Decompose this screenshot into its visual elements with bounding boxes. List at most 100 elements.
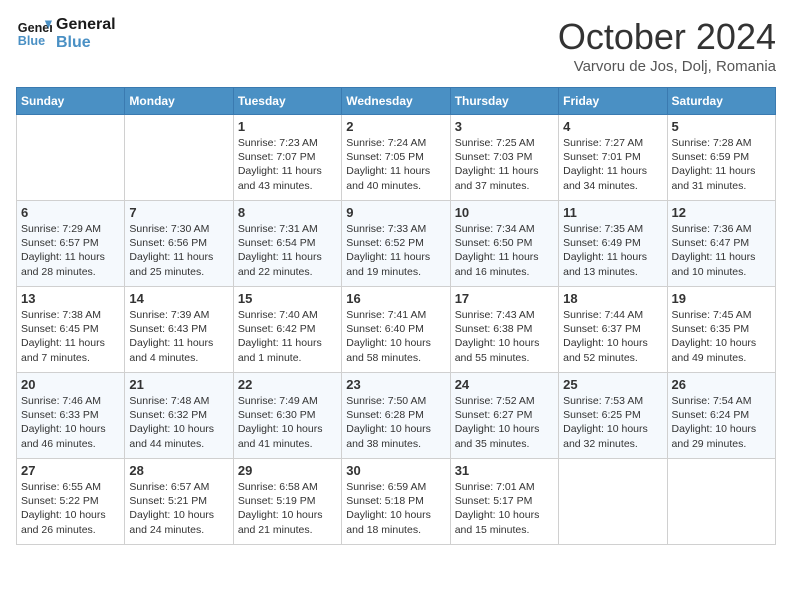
calendar-cell: 21 Sunrise: 7:48 AMSunset: 6:32 PMDayligh… (125, 373, 233, 459)
header-monday: Monday (125, 88, 233, 115)
day-number: 4 (563, 119, 662, 134)
calendar-cell: 9 Sunrise: 7:33 AMSunset: 6:52 PMDaylight… (342, 201, 450, 287)
calendar-cell: 1 Sunrise: 7:23 AMSunset: 7:07 PMDaylight… (233, 115, 341, 201)
day-info: Sunrise: 7:41 AMSunset: 6:40 PMDaylight:… (346, 308, 445, 365)
day-info: Sunrise: 7:40 AMSunset: 6:42 PMDaylight:… (238, 308, 337, 365)
calendar-cell: 24Sunrise: 7:52 AMSunset: 6:27 PMDayligh… (450, 373, 558, 459)
day-number: 20 (21, 377, 120, 392)
day-number: 7 (129, 205, 228, 220)
header-friday: Friday (559, 88, 667, 115)
day-number: 28 (129, 463, 228, 478)
day-info: Sunrise: 7:29 AMSunset: 6:57 PMDaylight:… (21, 222, 120, 279)
page-header: General Blue General Blue October 2024 V… (16, 16, 776, 75)
calendar-cell: 8 Sunrise: 7:31 AMSunset: 6:54 PMDaylight… (233, 201, 341, 287)
day-info: Sunrise: 7:36 AMSunset: 6:47 PMDaylight:… (672, 222, 771, 279)
day-info: Sunrise: 7:44 AMSunset: 6:37 PMDaylight:… (563, 308, 662, 365)
header-thursday: Thursday (450, 88, 558, 115)
day-number: 12 (672, 205, 771, 220)
day-number: 27 (21, 463, 120, 478)
day-number: 17 (455, 291, 554, 306)
day-info: Sunrise: 7:24 AMSunset: 7:05 PMDaylight:… (346, 136, 445, 193)
logo-blue: Blue (56, 34, 116, 52)
calendar-cell: 26 Sunrise: 7:54 AMSunset: 6:24 PMDayligh… (667, 373, 775, 459)
calendar-cell: 17 Sunrise: 7:43 AMSunset: 6:38 PMDayligh… (450, 287, 558, 373)
day-number: 22 (238, 377, 337, 392)
day-number: 1 (238, 119, 337, 134)
day-number: 18 (563, 291, 662, 306)
day-number: 21 (129, 377, 228, 392)
calendar-cell: 4Sunrise: 7:27 AMSunset: 7:01 PMDaylight… (559, 115, 667, 201)
day-number: 10 (455, 205, 554, 220)
day-info: Sunrise: 6:57 AMSunset: 5:21 PMDaylight:… (129, 480, 228, 537)
day-number: 26 (672, 377, 771, 392)
day-number: 8 (238, 205, 337, 220)
logo-icon: General Blue (16, 16, 52, 52)
day-info: Sunrise: 7:31 AMSunset: 6:54 PMDaylight:… (238, 222, 337, 279)
day-info: Sunrise: 7:39 AMSunset: 6:43 PMDaylight:… (129, 308, 228, 365)
calendar-cell: 19Sunrise: 7:45 AMSunset: 6:35 PMDayligh… (667, 287, 775, 373)
calendar-header: SundayMondayTuesdayWednesdayThursdayFrid… (17, 88, 776, 115)
calendar-cell: 25 Sunrise: 7:53 AMSunset: 6:25 PMDayligh… (559, 373, 667, 459)
week-row-4: 20 Sunrise: 7:46 AMSunset: 6:33 PMDayligh… (17, 373, 776, 459)
calendar-cell: 6 Sunrise: 7:29 AMSunset: 6:57 PMDaylight… (17, 201, 125, 287)
calendar-cell (559, 459, 667, 545)
calendar-cell: 15 Sunrise: 7:40 AMSunset: 6:42 PMDayligh… (233, 287, 341, 373)
week-row-2: 6 Sunrise: 7:29 AMSunset: 6:57 PMDaylight… (17, 201, 776, 287)
day-number: 2 (346, 119, 445, 134)
calendar-cell: 10 Sunrise: 7:34 AMSunset: 6:50 PMDayligh… (450, 201, 558, 287)
calendar-cell (17, 115, 125, 201)
calendar-cell (125, 115, 233, 201)
calendar-cell: 5 Sunrise: 7:28 AMSunset: 6:59 PMDaylight… (667, 115, 775, 201)
day-info: Sunrise: 7:53 AMSunset: 6:25 PMDaylight:… (563, 394, 662, 451)
day-info: Sunrise: 7:45 AMSunset: 6:35 PMDaylight:… (672, 308, 771, 365)
day-info: Sunrise: 7:54 AMSunset: 6:24 PMDaylight:… (672, 394, 771, 451)
calendar-cell: 2 Sunrise: 7:24 AMSunset: 7:05 PMDaylight… (342, 115, 450, 201)
day-number: 23 (346, 377, 445, 392)
calendar-cell: 22 Sunrise: 7:49 AMSunset: 6:30 PMDayligh… (233, 373, 341, 459)
day-info: Sunrise: 7:46 AMSunset: 6:33 PMDaylight:… (21, 394, 120, 451)
day-info: Sunrise: 6:58 AMSunset: 5:19 PMDaylight:… (238, 480, 337, 537)
calendar-table: SundayMondayTuesdayWednesdayThursdayFrid… (16, 87, 776, 545)
day-info: Sunrise: 6:59 AMSunset: 5:18 PMDaylight:… (346, 480, 445, 537)
header-wednesday: Wednesday (342, 88, 450, 115)
day-number: 13 (21, 291, 120, 306)
day-info: Sunrise: 7:23 AMSunset: 7:07 PMDaylight:… (238, 136, 337, 193)
day-number: 15 (238, 291, 337, 306)
week-row-3: 13Sunrise: 7:38 AMSunset: 6:45 PMDayligh… (17, 287, 776, 373)
day-number: 25 (563, 377, 662, 392)
day-info: Sunrise: 7:25 AMSunset: 7:03 PMDaylight:… (455, 136, 554, 193)
calendar-cell: 11Sunrise: 7:35 AMSunset: 6:49 PMDayligh… (559, 201, 667, 287)
day-number: 3 (455, 119, 554, 134)
calendar-cell: 16Sunrise: 7:41 AMSunset: 6:40 PMDayligh… (342, 287, 450, 373)
month-title: October 2024 (558, 16, 776, 58)
day-info: Sunrise: 7:34 AMSunset: 6:50 PMDaylight:… (455, 222, 554, 279)
day-info: Sunrise: 7:48 AMSunset: 6:32 PMDaylight:… (129, 394, 228, 451)
week-row-1: 1 Sunrise: 7:23 AMSunset: 7:07 PMDaylight… (17, 115, 776, 201)
week-row-5: 27 Sunrise: 6:55 AMSunset: 5:22 PMDayligh… (17, 459, 776, 545)
day-info: Sunrise: 7:33 AMSunset: 6:52 PMDaylight:… (346, 222, 445, 279)
day-info: Sunrise: 6:55 AMSunset: 5:22 PMDaylight:… (21, 480, 120, 537)
calendar-cell: 3 Sunrise: 7:25 AMSunset: 7:03 PMDaylight… (450, 115, 558, 201)
day-info: Sunrise: 7:52 AMSunset: 6:27 PMDaylight:… (455, 394, 554, 451)
day-info: Sunrise: 7:28 AMSunset: 6:59 PMDaylight:… (672, 136, 771, 193)
header-row: SundayMondayTuesdayWednesdayThursdayFrid… (17, 88, 776, 115)
calendar-cell (667, 459, 775, 545)
day-number: 6 (21, 205, 120, 220)
header-tuesday: Tuesday (233, 88, 341, 115)
day-number: 31 (455, 463, 554, 478)
calendar-cell: 13Sunrise: 7:38 AMSunset: 6:45 PMDayligh… (17, 287, 125, 373)
calendar-cell: 12 Sunrise: 7:36 AMSunset: 6:47 PMDayligh… (667, 201, 775, 287)
day-info: Sunrise: 7:01 AMSunset: 5:17 PMDaylight:… (455, 480, 554, 537)
day-info: Sunrise: 7:49 AMSunset: 6:30 PMDaylight:… (238, 394, 337, 451)
calendar-cell: 29 Sunrise: 6:58 AMSunset: 5:19 PMDayligh… (233, 459, 341, 545)
day-info: Sunrise: 7:43 AMSunset: 6:38 PMDaylight:… (455, 308, 554, 365)
day-number: 30 (346, 463, 445, 478)
calendar-cell: 31 Sunrise: 7:01 AMSunset: 5:17 PMDayligh… (450, 459, 558, 545)
day-number: 29 (238, 463, 337, 478)
day-number: 9 (346, 205, 445, 220)
calendar-cell: 18 Sunrise: 7:44 AMSunset: 6:37 PMDayligh… (559, 287, 667, 373)
svg-text:Blue: Blue (18, 34, 45, 48)
calendar-cell: 23Sunrise: 7:50 AMSunset: 6:28 PMDayligh… (342, 373, 450, 459)
calendar-body: 1 Sunrise: 7:23 AMSunset: 7:07 PMDaylight… (17, 115, 776, 545)
day-number: 5 (672, 119, 771, 134)
